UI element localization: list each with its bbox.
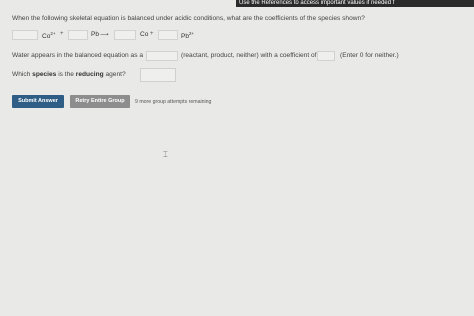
coefficient-input-4[interactable]	[158, 30, 178, 40]
water-role-input[interactable]	[146, 51, 178, 61]
species-pb2plus: Pb2+	[181, 31, 195, 40]
coefficient-input-1[interactable]	[12, 30, 38, 40]
references-bar[interactable]: Use the References to access important v…	[236, 0, 474, 7]
water-coefficient-input[interactable]	[317, 51, 335, 61]
species-pb: Pb	[91, 31, 99, 38]
equation-row: Co2+ + Pb ⟶ Co + Pb2+	[12, 30, 262, 42]
water-question: Water appears in the balanced equation a…	[12, 51, 432, 61]
text-cursor-icon: ⌶	[163, 150, 168, 159]
coefficient-input-3[interactable]	[114, 30, 136, 40]
attempts-remaining: 9 more group attempts remaining	[135, 99, 212, 105]
coefficient-input-2[interactable]	[68, 30, 88, 40]
reducing-agent-input[interactable]	[140, 68, 176, 82]
submit-answer-button[interactable]: Submit Answer	[12, 95, 64, 108]
question-text: When the following skeletal equation is …	[12, 15, 365, 22]
water-suffix: (Enter 0 for neither.)	[340, 52, 399, 59]
retry-entire-group-button[interactable]: Retry Entire Group	[70, 95, 130, 108]
reducing-agent-question: Which species is the reducing agent?	[12, 71, 126, 78]
water-middle: (reactant, product, neither) with a coef…	[181, 52, 317, 59]
plus-sign-2: +	[150, 31, 154, 37]
species-co2plus: Co2+	[42, 31, 56, 40]
reaction-arrow: ⟶	[100, 32, 109, 38]
water-prefix: Water appears in the balanced equation a…	[12, 52, 143, 59]
species-co: Co	[140, 31, 149, 38]
plus-sign: +	[60, 31, 64, 37]
